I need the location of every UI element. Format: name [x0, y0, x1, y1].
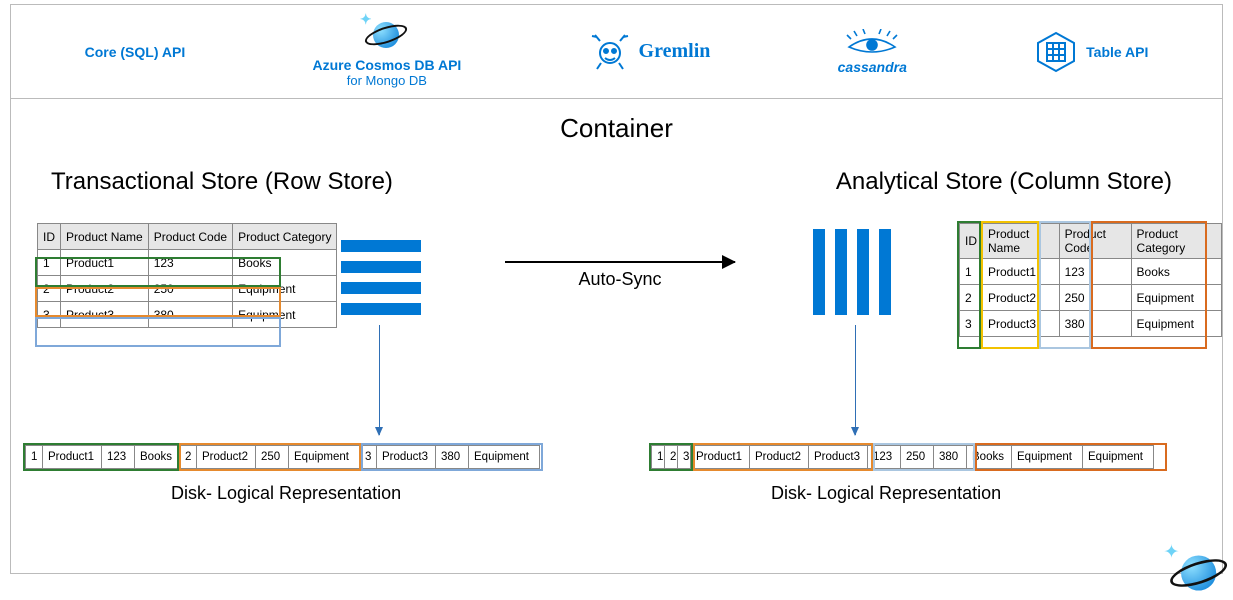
- api-bar: Core (SQL) API ✦ Azure Cosmos DB API for…: [11, 5, 1222, 99]
- transactional-title: Transactional Store (Row Store): [51, 168, 393, 196]
- api-core-sql: Core (SQL) API: [85, 44, 186, 60]
- api-gremlin: Gremlin: [589, 33, 711, 71]
- table-row: 2Product2250Equipment: [38, 276, 337, 302]
- th-id: ID: [960, 224, 983, 259]
- auto-sync-label: Auto-Sync: [505, 269, 735, 290]
- table-row: 2Product2250Equipment: [960, 285, 1222, 311]
- cassandra-eye-icon: [845, 29, 899, 57]
- arrow-to-disk-right: [855, 325, 856, 435]
- disk-caption-right: Disk- Logical Representation: [771, 483, 1001, 504]
- cosmos-planet-icon: ✦: [364, 15, 410, 55]
- api-cassandra-label: cassandra: [838, 59, 907, 75]
- th-code: Product Code: [148, 224, 232, 250]
- th-cat: Product Category: [1131, 224, 1221, 259]
- container-title: Container: [11, 113, 1222, 144]
- api-core-label: Core (SQL) API: [85, 44, 186, 60]
- diagram-frame: Core (SQL) API ✦ Azure Cosmos DB API for…: [10, 4, 1223, 574]
- th-code: Product Code: [1059, 224, 1131, 259]
- api-table: Table API: [1034, 31, 1148, 73]
- api-cassandra: cassandra: [838, 29, 907, 75]
- api-mongo-line1: Azure Cosmos DB API: [312, 57, 461, 73]
- th-cat: Product Category: [233, 224, 337, 250]
- row-store-table: ID Product Name Product Code Product Cat…: [37, 223, 337, 328]
- analytical-title: Analytical Store (Column Store): [836, 168, 1172, 196]
- arrow-to-disk-left: [379, 325, 380, 435]
- th-name: Product Name: [983, 224, 1060, 259]
- column-bars-icon: [813, 229, 891, 319]
- table-row: 1Product1123Books: [960, 259, 1222, 285]
- auto-sync-arrow: Auto-Sync: [505, 261, 735, 290]
- api-mongo-line2: for Mongo DB: [312, 73, 461, 88]
- gremlin-icon: [589, 33, 631, 71]
- th-name: Product Name: [61, 224, 149, 250]
- api-table-label: Table API: [1086, 44, 1148, 60]
- disk-row-right: 1 2 3 Product1 Product2 Product3 123 250…: [651, 445, 1153, 469]
- row-bars-icon: [341, 231, 431, 324]
- table-hexagon-icon: [1034, 31, 1078, 73]
- api-gremlin-label: Gremlin: [639, 40, 711, 63]
- disk-caption-left: Disk- Logical Representation: [171, 483, 401, 504]
- table-row: 3Product3380Equipment: [38, 302, 337, 328]
- column-store-table: ID Product Name Product Code Product Cat…: [959, 223, 1222, 337]
- table-row: 3Product3380Equipment: [960, 311, 1222, 337]
- table-row: 1Product1123Books: [38, 250, 337, 276]
- api-mongo: ✦ Azure Cosmos DB API for Mongo DB: [312, 15, 461, 88]
- disk-row-left: 1 Product1 123 Books 2 Product2 250 Equi…: [25, 445, 539, 469]
- cosmos-planet-icon: ✦: [1169, 546, 1231, 600]
- th-id: ID: [38, 224, 61, 250]
